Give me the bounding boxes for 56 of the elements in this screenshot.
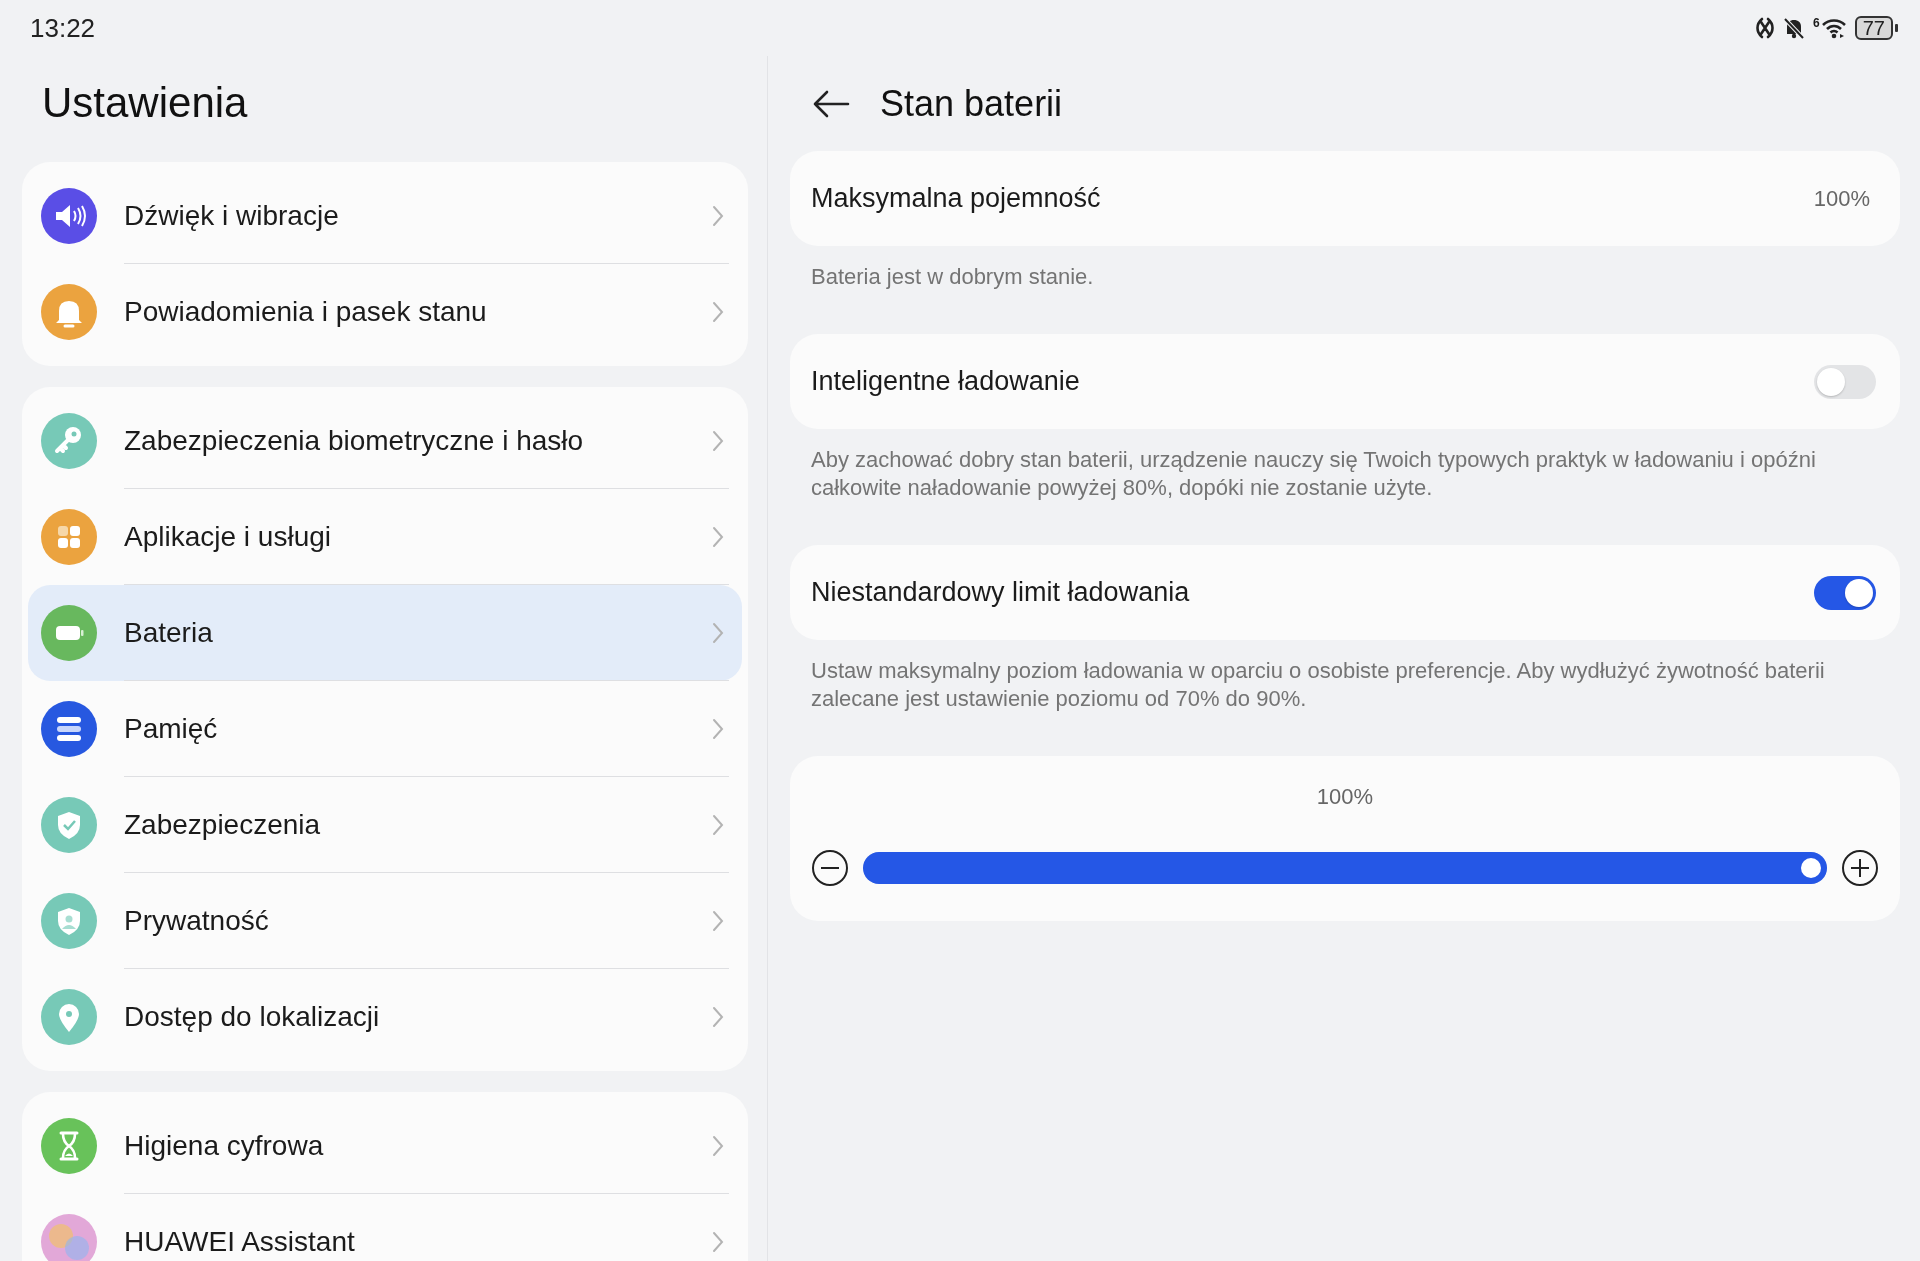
chevron-icon <box>711 428 725 453</box>
chevron-icon <box>711 1005 725 1029</box>
settings-item[interactable]: Dźwięk i wibracje <box>28 168 742 264</box>
nfc-icon <box>1755 16 1776 40</box>
plus-icon[interactable] <box>1841 849 1879 887</box>
description-text: Aby zachować dobry stan baterii, urządzenie nauczy się Twoich typowych praktyk w ładowaniu i opóźni całkowite naładowanie powyżej 80%, dopóki nie zostanie użyte. <box>810 446 1817 502</box>
item-label: Dźwięk i wibracje <box>124 199 339 232</box>
item-label: Prywatność <box>124 904 269 937</box>
settings-item[interactable]: Prywatność <box>28 873 742 969</box>
slider-fill[interactable] <box>863 852 1827 884</box>
chevron-icon <box>711 524 725 549</box>
item-label: Bateria <box>124 616 213 649</box>
setting-label: Niestandardowy limit ładowania <box>811 577 1190 608</box>
chevron-icon <box>711 203 725 228</box>
settings-item[interactable]: Higiena cyfrowa <box>28 1098 742 1194</box>
settings-item[interactable]: Pamięć <box>28 681 742 777</box>
setting-row[interactable]: Inteligentne ładowanie <box>790 334 1900 429</box>
toggle-switch[interactable] <box>1814 575 1876 610</box>
item-label: HUAWEI Assistant <box>124 1226 355 1258</box>
item-label: Dostęp do lokalizacji <box>124 1001 380 1033</box>
item-label: Higiena cyfrowa <box>124 1129 324 1162</box>
settings-item[interactable]: Zabezpieczenia <box>28 777 742 873</box>
setting-value: 100% <box>1813 185 1871 212</box>
settings-item[interactable]: Powiadomienia i pasek stanu <box>28 264 742 360</box>
item-label: Zabezpieczenia <box>124 808 321 841</box>
setting-label: Maksymalna pojemność <box>811 183 1101 214</box>
chevron-icon <box>711 1133 725 1158</box>
description-text: Bateria jest w dobrym stanie. <box>810 263 1095 291</box>
chevron-icon <box>711 716 725 741</box>
slider-reading: 100% <box>1315 783 1375 811</box>
setting-label: Inteligentne ładowanie <box>811 366 1080 397</box>
chevron-icon <box>711 812 725 837</box>
wifi-band-label: 6 <box>1813 17 1820 29</box>
item-label: Aplikacje i usługi <box>124 520 331 553</box>
chevron-icon <box>711 620 725 645</box>
toggle-switch[interactable] <box>1814 364 1876 399</box>
item-label: Powiadomienia i pasek stanu <box>124 296 487 328</box>
settings-item[interactable]: Zabezpieczenia biometryczne i hasło <box>28 393 742 489</box>
status-time: 13:22 <box>30 12 96 44</box>
setting-row[interactable]: Niestandardowy limit ładowania <box>790 545 1900 640</box>
settings-item[interactable]: HUAWEI Assistant <box>28 1194 742 1261</box>
page-title: Ustawienia <box>41 78 249 128</box>
wifi-icon <box>1820 17 1847 39</box>
chevron-icon <box>711 300 725 324</box>
item-label: Pamięć <box>124 712 218 745</box>
chevron-icon <box>711 908 725 933</box>
minus-icon[interactable] <box>811 849 849 887</box>
description-text: Ustaw maksymalny poziom ładowania w oparciu o osobiste preferencje. Aby wydłużyć żywotność baterii zalecane jest ustawienie poziomu od 70% do 90%. <box>810 657 1826 713</box>
chevron-icon <box>711 1230 725 1254</box>
bell-muted-icon <box>1783 16 1806 40</box>
back-icon[interactable] <box>812 88 850 119</box>
settings-item[interactable]: Bateria <box>28 585 742 681</box>
item-label: Zabezpieczenia biometryczne i hasło <box>124 424 584 457</box>
settings-item[interactable]: Dostęp do lokalizacji <box>28 969 742 1065</box>
page-title: Stan baterii <box>880 82 1063 125</box>
setting-row[interactable]: Maksymalna pojemność 100% <box>790 151 1900 246</box>
